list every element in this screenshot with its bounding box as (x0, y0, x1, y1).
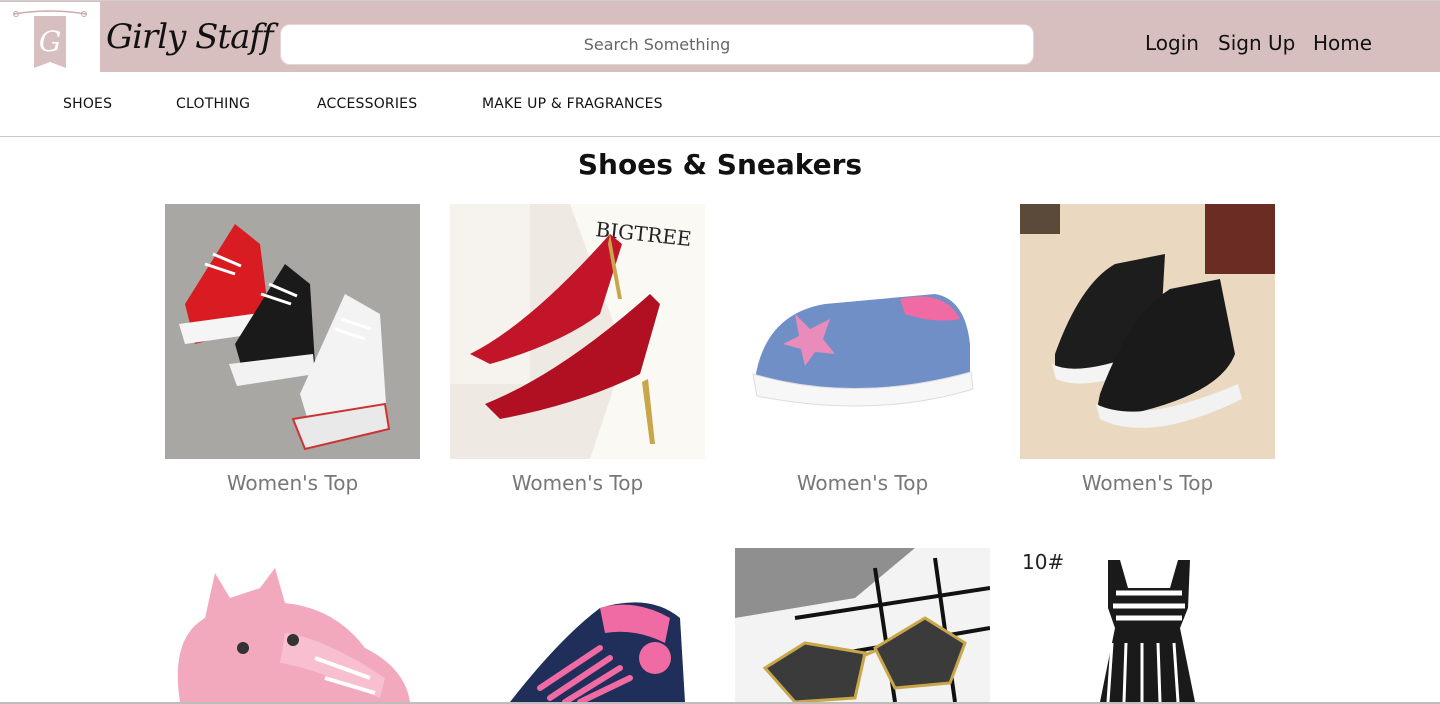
product-image[interactable] (735, 548, 990, 702)
signup-link[interactable]: Sign Up (1218, 31, 1295, 55)
product-card[interactable]: Women's Top (165, 204, 420, 495)
category-nav: SHOES CLOTHING ACCESSORIES MAKE UP & FRA… (0, 72, 1440, 137)
product-card[interactable] (735, 548, 990, 702)
product-card[interactable]: Women's Top (735, 204, 990, 495)
category-shoes[interactable]: SHOES (63, 96, 112, 112)
product-card[interactable] (450, 548, 705, 702)
product-title[interactable]: Women's Top (450, 471, 705, 495)
logo-letter: G (39, 25, 61, 58)
product-image[interactable] (450, 548, 705, 702)
product-title[interactable]: Women's Top (735, 471, 990, 495)
section-title: Shoes & Sneakers (577, 148, 863, 181)
category-clothing[interactable]: CLOTHING (176, 96, 250, 112)
product-image[interactable] (165, 548, 420, 702)
product-image[interactable] (1020, 204, 1275, 459)
top-header: G Girly Staff Login Sign Up Home (0, 0, 1440, 73)
search-input[interactable] (280, 24, 1034, 65)
brand-name[interactable]: Girly Staff (106, 17, 274, 57)
product-card[interactable] (165, 548, 420, 702)
product-image[interactable]: 10# (1020, 548, 1275, 702)
product-card[interactable]: Women's Top (1020, 204, 1275, 495)
product-image[interactable]: BIGTREE (450, 204, 705, 459)
category-makeup-fragrances[interactable]: MAKE UP & FRAGRANCES (482, 96, 663, 112)
image-number-text: 10# (1022, 550, 1065, 574)
product-image[interactable] (165, 204, 420, 459)
login-link[interactable]: Login (1145, 31, 1199, 55)
product-title[interactable]: Women's Top (165, 471, 420, 495)
logo[interactable]: G (0, 2, 100, 73)
product-card[interactable]: BIGTREE Women's Top (450, 204, 705, 495)
product-card[interactable]: 10# (1020, 548, 1275, 702)
logo-icon: G (13, 10, 87, 68)
home-link[interactable]: Home (1313, 31, 1372, 55)
product-image[interactable] (735, 204, 990, 459)
category-accessories[interactable]: ACCESSORIES (317, 96, 417, 112)
product-title[interactable]: Women's Top (1020, 471, 1275, 495)
